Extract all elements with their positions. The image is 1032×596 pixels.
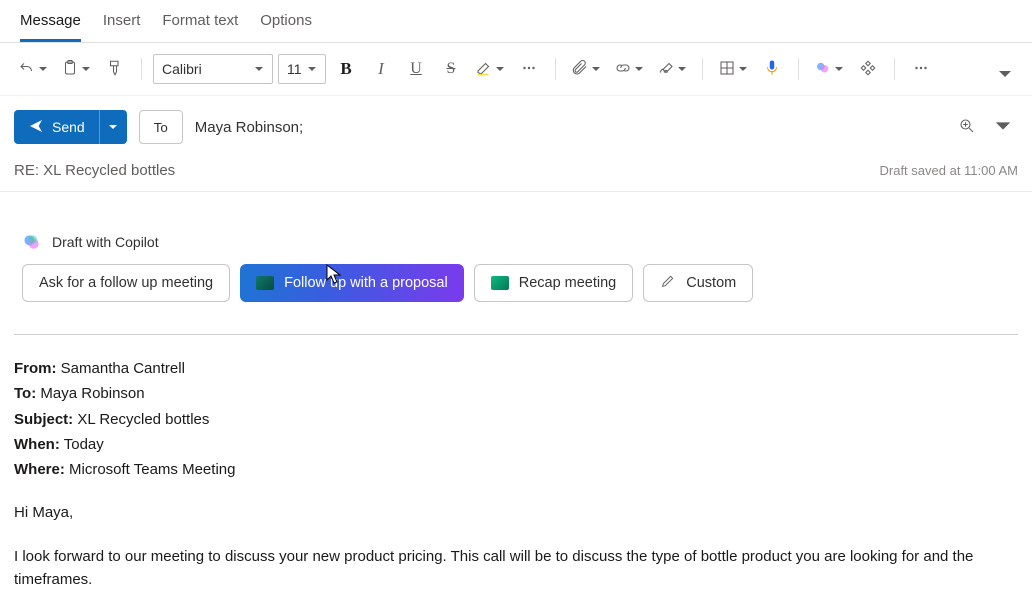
chevron-down-icon <box>634 62 644 77</box>
compose-header: Send To <box>0 96 1032 144</box>
font-name-value: Calibri <box>162 61 202 77</box>
meta-where: Where: Microsoft Teams Meeting <box>14 458 1018 481</box>
separator <box>798 58 799 80</box>
copilot-title: Draft with Copilot <box>22 232 1010 252</box>
tab-format-text[interactable]: Format text <box>162 8 238 42</box>
suggestion-custom[interactable]: Custom <box>643 264 753 302</box>
pencil-icon <box>660 273 676 293</box>
chevron-down-icon <box>677 62 687 77</box>
subject-row: RE: XL Recycled bottles Draft saved at 1… <box>0 144 1032 192</box>
suggestion-recap-meeting[interactable]: Recap meeting <box>474 264 634 302</box>
suggestion-label: Custom <box>686 275 736 291</box>
signature-icon <box>657 59 675 80</box>
suggestion-label: Recap meeting <box>519 275 617 291</box>
highlighter-icon <box>475 59 493 80</box>
separator <box>702 58 703 80</box>
subject-input[interactable]: RE: XL Recycled bottles <box>14 162 175 179</box>
body-paragraph: I look forward to our meeting to discuss… <box>14 545 1018 592</box>
paperclip-icon <box>571 59 589 80</box>
dictate-button[interactable] <box>757 53 787 85</box>
send-button-group: Send <box>14 110 127 144</box>
attach-button[interactable] <box>567 53 605 85</box>
zoom-group <box>952 111 1018 143</box>
copilot-title-text: Draft with Copilot <box>52 234 159 250</box>
table-button[interactable] <box>714 53 752 85</box>
to-field[interactable] <box>195 110 940 144</box>
copilot-suggestions: Ask for a follow up meeting Follow up wi… <box>22 264 1010 302</box>
meta-to: To: Maya Robinson <box>14 382 1018 405</box>
compose-tabs: Message Insert Format text Options <box>0 0 1032 43</box>
meta-subject: Subject: XL Recycled bottles <box>14 408 1018 431</box>
email-body[interactable]: From: Samantha Cantrell To: Maya Robinso… <box>0 335 1032 596</box>
suggestion-followup-proposal[interactable]: Follow up with a proposal <box>240 264 464 302</box>
overflow-button[interactable] <box>906 53 936 85</box>
tab-options[interactable]: Options <box>260 8 312 42</box>
link-button[interactable] <box>610 53 648 85</box>
paste-button[interactable] <box>57 53 95 85</box>
send-icon <box>28 118 44 137</box>
bold-button[interactable]: B <box>331 53 361 85</box>
tab-insert[interactable]: Insert <box>103 8 141 42</box>
chevron-down-icon <box>495 62 505 77</box>
ellipsis-icon <box>912 59 930 80</box>
italic-button[interactable]: I <box>366 53 396 85</box>
separator <box>141 58 142 80</box>
signature-button[interactable] <box>653 53 691 85</box>
font-size-select[interactable]: 11 <box>278 54 326 84</box>
separator <box>555 58 556 80</box>
copilot-icon <box>814 59 832 80</box>
mic-icon <box>763 59 781 80</box>
ribbon-expand-button[interactable] <box>990 59 1020 91</box>
send-button[interactable]: Send <box>14 110 99 144</box>
formatting-toolbar: Calibri 11 B I U S <box>0 43 1032 96</box>
chevron-down-icon <box>108 119 118 135</box>
copilot-draft-block: Draft with Copilot Ask for a follow up m… <box>0 192 1032 312</box>
chevron-down-icon <box>307 61 317 77</box>
body-greeting: Hi Maya, <box>14 501 1018 524</box>
chevron-down-icon <box>996 65 1014 86</box>
underline-button[interactable]: U <box>401 53 431 85</box>
chevron-down-icon <box>254 61 264 77</box>
zoom-button[interactable] <box>952 111 982 143</box>
highlight-button[interactable] <box>471 53 509 85</box>
chevron-down-icon <box>591 62 601 77</box>
send-label: Send <box>52 119 85 135</box>
chevron-down-icon <box>994 117 1012 138</box>
suggestion-label: Ask for a follow up meeting <box>39 275 213 291</box>
zoom-icon <box>958 117 976 138</box>
format-painter-button[interactable] <box>100 53 130 85</box>
more-formatting-button[interactable] <box>514 53 544 85</box>
meta-from: From: Samantha Cantrell <box>14 357 1018 380</box>
suggestion-label: Follow up with a proposal <box>284 275 448 291</box>
to-button[interactable]: To <box>139 110 183 144</box>
clipboard-icon <box>61 59 79 80</box>
copilot-ribbon-button[interactable] <box>810 53 848 85</box>
recap-icon <box>491 276 509 290</box>
undo-icon <box>18 59 36 80</box>
proposal-icon <box>256 276 274 290</box>
ellipsis-icon <box>520 59 538 80</box>
meta-when: When: Today <box>14 433 1018 456</box>
zoom-options-button[interactable] <box>988 111 1018 143</box>
copilot-icon <box>22 232 42 252</box>
link-icon <box>614 59 632 80</box>
chevron-down-icon <box>738 62 748 77</box>
paintbrush-icon <box>106 59 124 80</box>
undo-button[interactable] <box>14 53 52 85</box>
separator <box>894 58 895 80</box>
chevron-down-icon <box>81 62 91 77</box>
apps-icon <box>859 59 877 80</box>
send-options-button[interactable] <box>99 110 127 144</box>
tab-message[interactable]: Message <box>20 8 81 42</box>
strikethrough-button[interactable]: S <box>436 53 466 85</box>
suggestion-followup-meeting[interactable]: Ask for a follow up meeting <box>22 264 230 302</box>
apps-button[interactable] <box>853 53 883 85</box>
table-icon <box>718 59 736 80</box>
font-name-select[interactable]: Calibri <box>153 54 273 84</box>
chevron-down-icon <box>38 62 48 77</box>
draft-status: Draft saved at 11:00 AM <box>880 163 1019 178</box>
chevron-down-icon <box>834 62 844 77</box>
font-size-value: 11 <box>287 61 302 77</box>
